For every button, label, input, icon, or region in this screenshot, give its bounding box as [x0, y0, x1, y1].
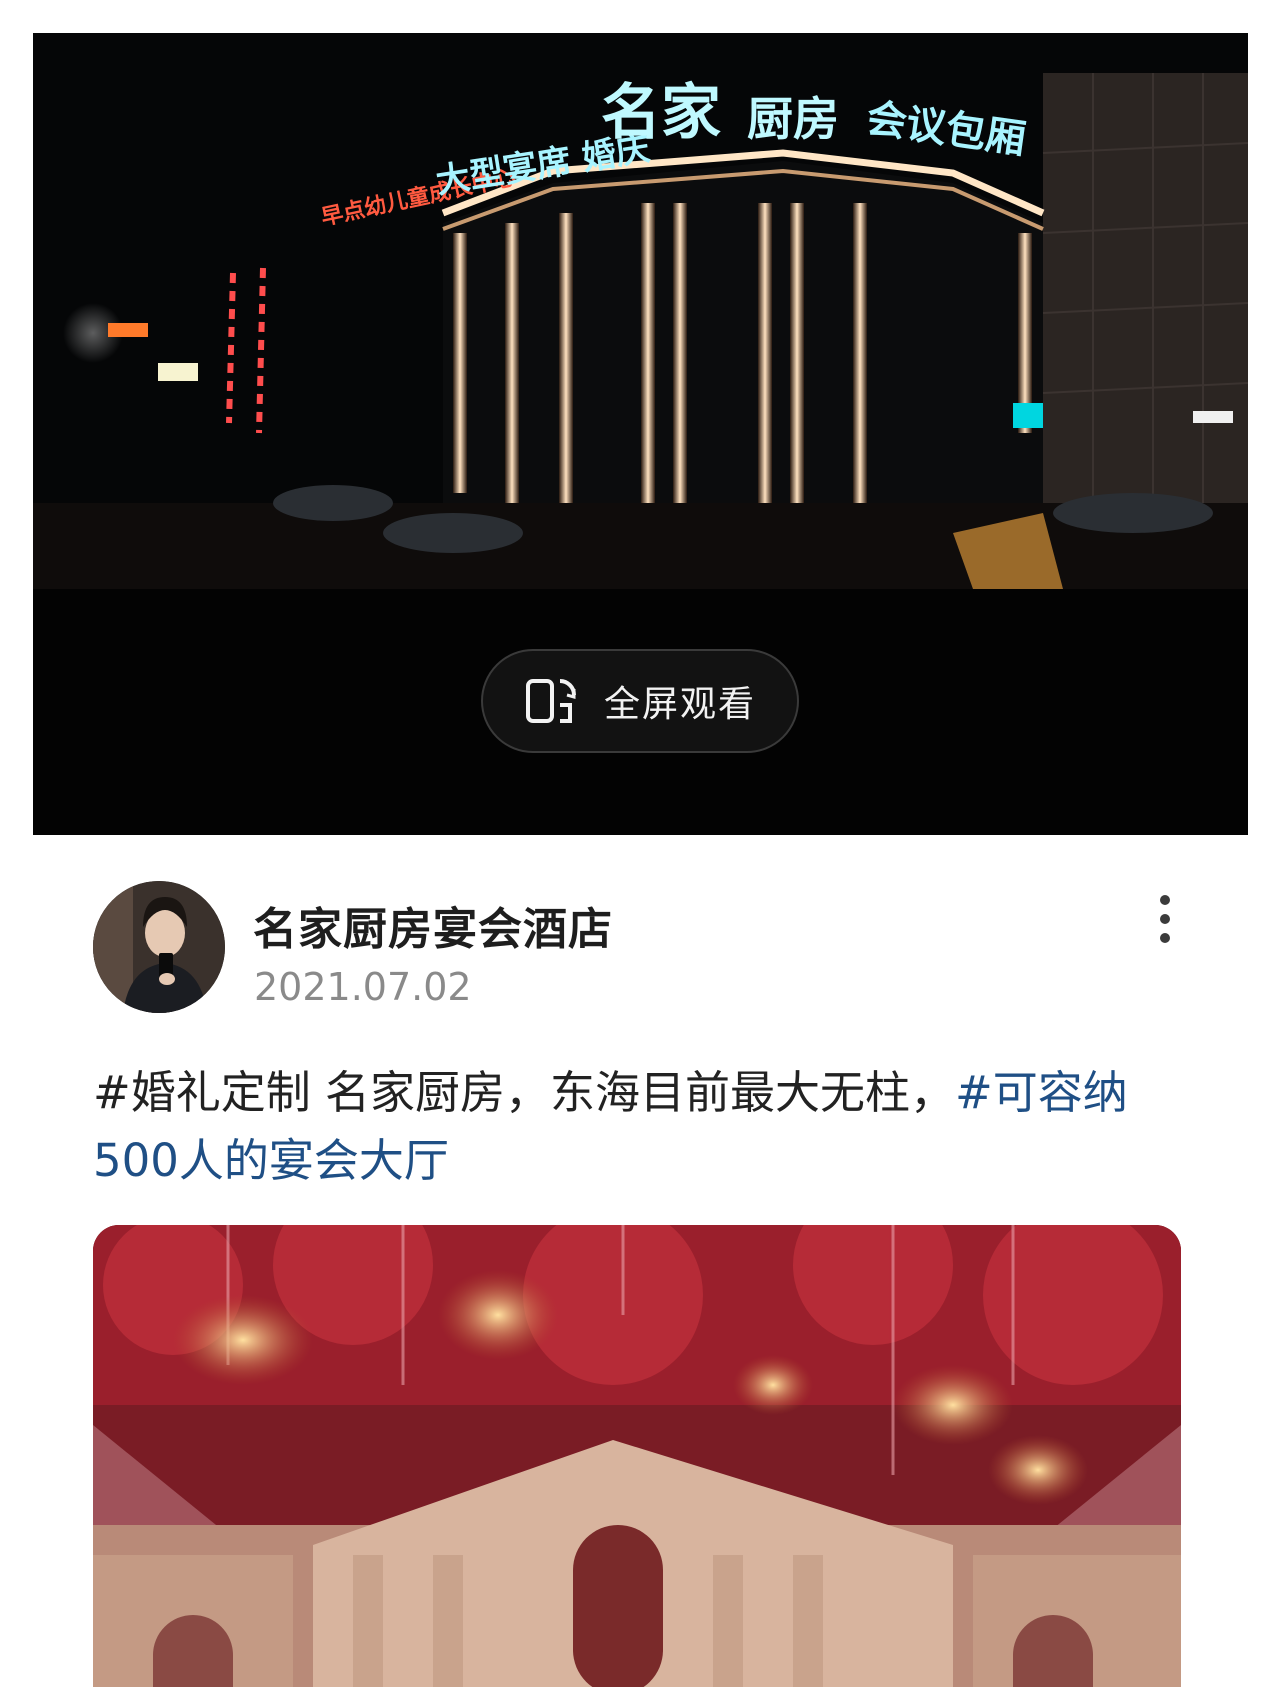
more-vertical-icon[interactable] — [1145, 889, 1185, 949]
video-frame: 早点幼儿童成长中心 大型宴席 婚庆 名家 厨房 会议包厢 — [33, 33, 1248, 589]
fullscreen-button[interactable]: 全屏观看 — [481, 649, 799, 753]
avatar-image — [93, 881, 225, 1013]
banquet-hall-image — [93, 1225, 1181, 1687]
post-text-plain: #婚礼定制 名家厨房，东海目前最大无柱， — [93, 1066, 956, 1119]
author-name[interactable]: 名家厨房宴会酒店 — [253, 893, 613, 957]
svg-text:厨房: 厨房 — [747, 92, 839, 146]
post-image[interactable] — [93, 1225, 1181, 1687]
post-card: 名家厨房宴会酒店 2021.07.02 #婚礼定制 名家厨房，东海目前最大无柱，… — [33, 853, 1239, 1687]
rotate-screen-icon — [525, 679, 576, 723]
post-date: 2021.07.02 — [254, 965, 472, 1009]
video-player[interactable]: 早点幼儿童成长中心 大型宴席 婚庆 名家 厨房 会议包厢 全屏观看 — [33, 33, 1248, 835]
post-text: #婚礼定制 名家厨房，东海目前最大无柱，#可容纳500人的宴会大厅 — [93, 1059, 1193, 1195]
avatar[interactable] — [93, 881, 225, 1013]
fullscreen-label: 全屏观看 — [603, 684, 756, 725]
svg-text:名家: 名家 — [601, 78, 721, 148]
